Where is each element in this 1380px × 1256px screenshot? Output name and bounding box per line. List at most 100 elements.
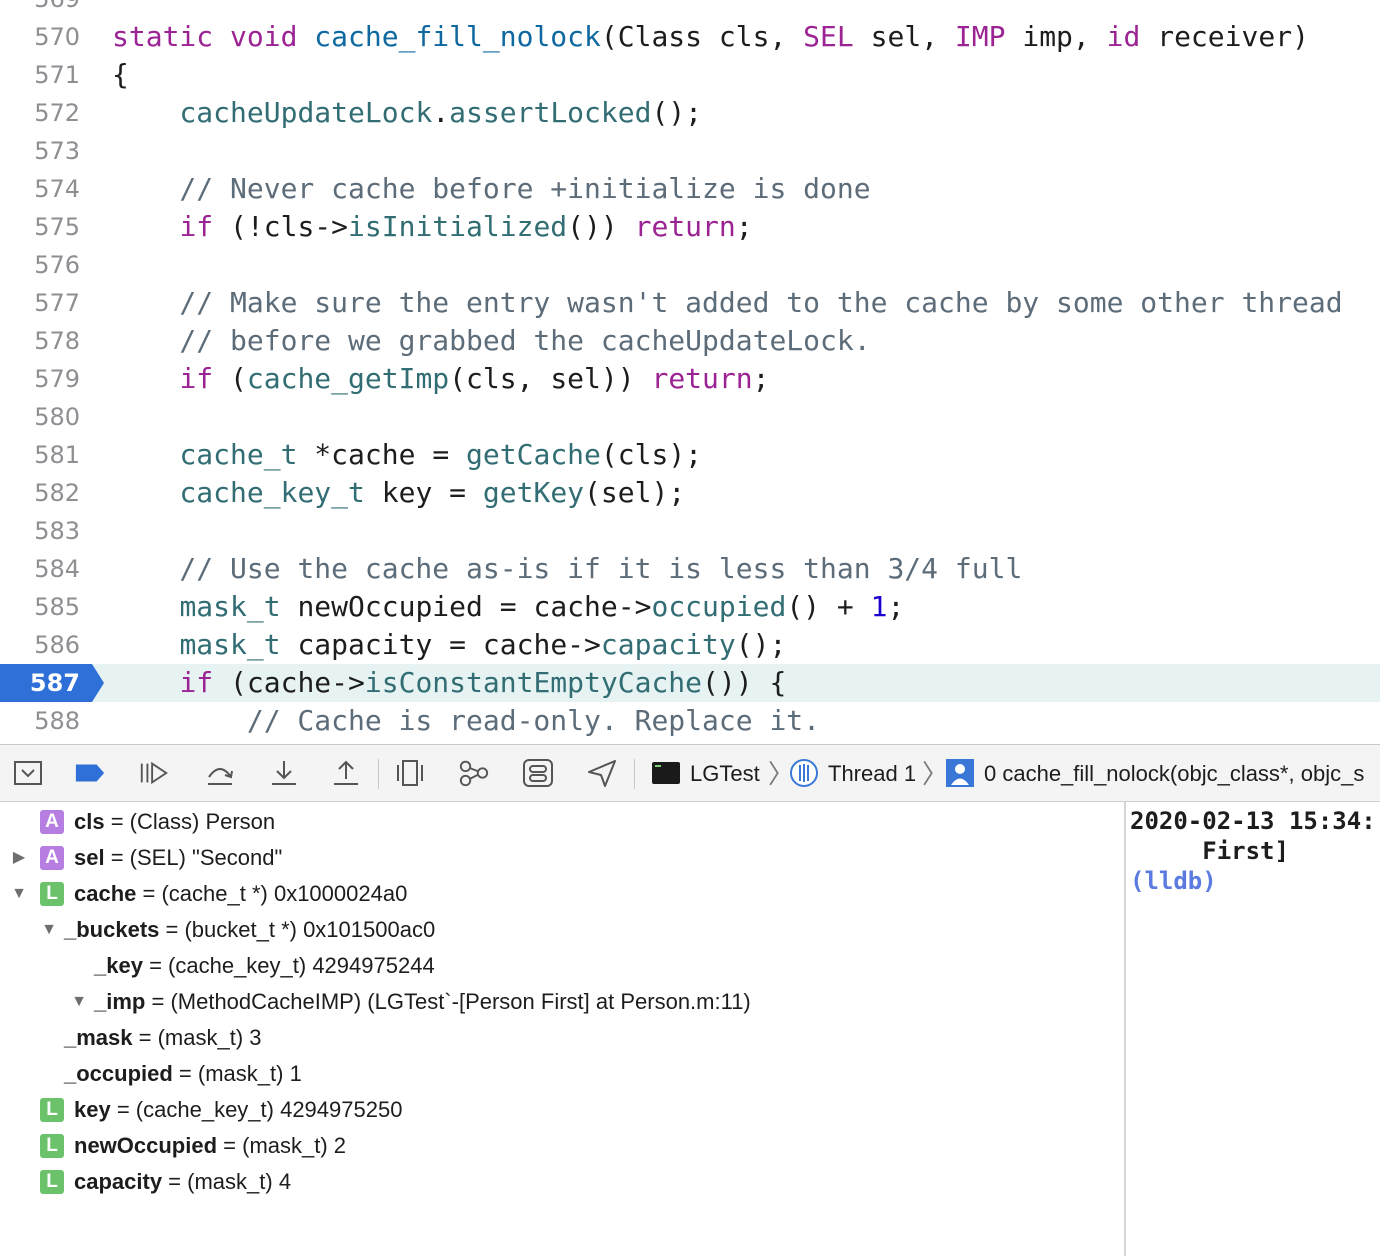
local-badge-icon: L (40, 882, 64, 906)
variable-value: (mask_t) 2 (242, 1133, 347, 1158)
line-number[interactable]: 583 (0, 512, 80, 550)
code-text: mask_t capacity = cache->capacity(); (112, 626, 786, 664)
code-line[interactable]: 579 if (cache_getImp(cls, sel)) return; (0, 360, 1380, 398)
code-line[interactable]: 586 mask_t capacity = cache->capacity(); (0, 626, 1380, 664)
variable-row[interactable]: ▶ Asel = (SEL) "Second" (0, 840, 1120, 876)
code-text: // before we grabbed the cacheUpdateLock… (112, 322, 870, 360)
code-text: if (!cls->isInitialized()) return; (112, 208, 752, 246)
line-number[interactable]: 575 (0, 208, 80, 246)
console-output-line: First] (1130, 837, 1289, 865)
code-token: id (1106, 20, 1141, 53)
line-number[interactable]: 585 (0, 588, 80, 626)
code-line[interactable]: 569 (0, 0, 1380, 18)
variable-row[interactable]: _occupied = (mask_t) 1 (0, 1056, 1120, 1092)
stack-frame-label[interactable]: 0 cache_fill_nolock(objc_class*, objc_s (984, 745, 1364, 803)
environment-overrides-icon[interactable] (522, 757, 554, 789)
line-number[interactable]: 576 (0, 246, 80, 284)
code-line[interactable]: 570 static void cache_fill_nolock(Class c… (0, 18, 1380, 56)
code-token: (); (651, 96, 703, 129)
variable-row[interactable]: _mask = (mask_t) 3 (0, 1020, 1120, 1056)
code-line[interactable]: 581 cache_t *cache = getCache(cls); (0, 436, 1380, 474)
line-number[interactable]: 584 (0, 550, 80, 588)
variable-row[interactable]: Acls = (Class) Person (0, 804, 1120, 840)
line-number[interactable]: 582 (0, 474, 80, 512)
code-line[interactable]: 577 // Make sure the entry wasn't added … (0, 284, 1380, 322)
console-output-line: 2020-02-13 15:34: (1130, 807, 1376, 835)
variable-name: _buckets (64, 917, 160, 942)
target-name[interactable]: LGTest (690, 745, 760, 803)
code-text: // Cache is read-only. Replace it. (112, 702, 820, 740)
code-line[interactable]: 587 if (cache->isConstantEmptyCache()) { (0, 664, 1380, 702)
line-number[interactable]: 577 (0, 284, 80, 322)
line-number[interactable]: 586 (0, 626, 80, 664)
code-line[interactable]: 573 (0, 132, 1380, 170)
code-text: if (cache_getImp(cls, sel)) return; (112, 360, 769, 398)
disclosure-expanded-icon[interactable]: ▼ (40, 912, 58, 948)
variable-value: (cache_t *) 0x1000024a0 (161, 881, 408, 906)
code-token: // Never cache before +initialize is don… (112, 172, 871, 205)
equals-sign: = (162, 1169, 188, 1194)
line-number[interactable]: 570 (0, 18, 80, 56)
code-token: 1 (870, 590, 888, 623)
code-line[interactable]: 582 cache_key_t key = getKey(sel); (0, 474, 1380, 512)
code-line[interactable]: 583 (0, 512, 1380, 550)
step-out-icon[interactable] (330, 757, 362, 789)
line-number[interactable]: 574 (0, 170, 80, 208)
code-line[interactable]: 580 (0, 398, 1380, 436)
code-line[interactable]: 572 cacheUpdateLock.assertLocked(); (0, 94, 1380, 132)
line-number[interactable]: 578 (0, 322, 80, 360)
code-token: newOccupied = cache-> (280, 590, 652, 623)
source-editor[interactable]: 569570 static void cache_fill_nolock(Clas… (0, 0, 1380, 744)
variable-row[interactable]: ▼ Lcache = (cache_t *) 0x1000024a0 (0, 876, 1120, 912)
code-token: cacheUpdateLock (179, 96, 433, 129)
equals-sign: = (104, 809, 130, 834)
code-line[interactable]: 578 // before we grabbed the cacheUpdate… (0, 322, 1380, 360)
line-number[interactable]: 587 (0, 664, 80, 702)
equals-sign: = (145, 989, 171, 1014)
local-badge-icon: L (40, 1170, 64, 1194)
variable-row[interactable]: ▼ _imp = (MethodCacheIMP) (LGTest`-[Perso… (0, 984, 1120, 1020)
line-number[interactable]: 579 (0, 360, 80, 398)
variable-row[interactable]: Lcapacity = (mask_t) 4 (0, 1164, 1120, 1200)
variable-row[interactable]: ▼ _buckets = (bucket_t *) 0x101500ac0 (0, 912, 1120, 948)
thread-label[interactable]: Thread 1 (828, 745, 916, 803)
code-line[interactable]: 584 // Use the cache as-is if it is less… (0, 550, 1380, 588)
code-token: (cls); (600, 438, 703, 471)
line-number[interactable]: 581 (0, 436, 80, 474)
hide-debug-area-icon[interactable] (12, 757, 44, 789)
line-number[interactable]: 572 (0, 94, 80, 132)
step-over-icon[interactable] (204, 757, 236, 789)
line-number[interactable]: 580 (0, 398, 80, 436)
continue-icon[interactable] (138, 757, 170, 789)
line-number[interactable]: 571 (0, 56, 80, 94)
line-number[interactable]: 573 (0, 132, 80, 170)
variable-row[interactable]: _key = (cache_key_t) 4294975244 (0, 948, 1120, 984)
code-token: assertLocked (449, 96, 652, 129)
variables-view[interactable]: Acls = (Class) Person ▶ Asel = (SEL) "Seco… (0, 802, 1124, 1256)
code-text: mask_t newOccupied = cache->occupied() +… (112, 588, 904, 626)
breakpoints-toggle-icon[interactable] (74, 757, 106, 789)
disclosure-collapsed-icon[interactable]: ▶ (10, 840, 28, 876)
code-line[interactable]: 574 // Never cache before +initialize is… (0, 170, 1380, 208)
code-token: *cache = (297, 438, 467, 471)
code-line[interactable]: 571 { (0, 56, 1380, 94)
variable-row[interactable]: LnewOccupied = (mask_t) 2 (0, 1128, 1120, 1164)
lldb-prompt[interactable]: (lldb) (1130, 866, 1217, 896)
view-hierarchy-icon[interactable] (394, 757, 426, 789)
debug-console[interactable]: 2020-02-13 15:34: First] (lldb) (1126, 802, 1380, 1256)
code-token: mask_t (179, 590, 281, 623)
variable-value: (Class) Person (129, 809, 276, 834)
line-number[interactable]: 588 (0, 702, 80, 740)
memory-graph-icon[interactable] (458, 757, 490, 789)
step-into-icon[interactable] (268, 757, 300, 789)
code-line[interactable]: 576 (0, 246, 1380, 284)
disclosure-expanded-icon[interactable]: ▼ (70, 984, 88, 1020)
code-text: cache_key_t key = getKey(sel); (112, 474, 685, 512)
line-number[interactable]: 569 (0, 0, 80, 18)
code-line[interactable]: 585 mask_t newOccupied = cache->occupied… (0, 588, 1380, 626)
variable-row[interactable]: Lkey = (cache_key_t) 4294975250 (0, 1092, 1120, 1128)
code-line[interactable]: 588 // Cache is read-only. Replace it. (0, 702, 1380, 740)
disclosure-expanded-icon[interactable]: ▼ (10, 876, 28, 912)
code-line[interactable]: 575 if (!cls->isInitialized()) return; (0, 208, 1380, 246)
simulate-location-icon[interactable] (586, 757, 618, 789)
